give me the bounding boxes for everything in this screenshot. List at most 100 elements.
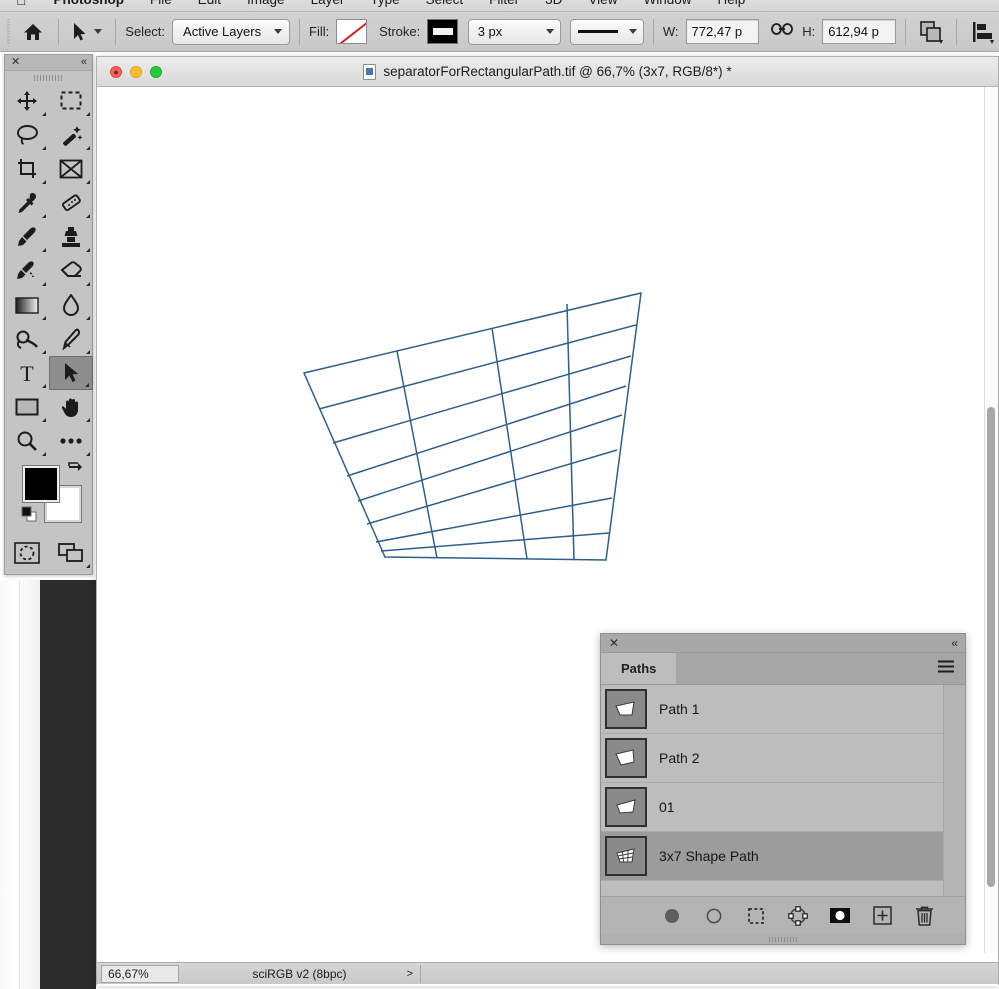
table-row[interactable]: Path 1 xyxy=(601,685,965,734)
close-icon[interactable]: ✕ xyxy=(11,57,20,68)
app-background-light xyxy=(0,580,40,989)
create-new-path-button[interactable] xyxy=(867,903,897,929)
menu-item-file[interactable]: File xyxy=(137,0,185,7)
table-row[interactable]: Path 2 xyxy=(601,734,965,783)
dashed-square-icon xyxy=(747,907,765,925)
scrollbar-thumb[interactable] xyxy=(987,407,995,887)
history-brush-tool[interactable] xyxy=(5,254,49,288)
width-label: W: xyxy=(663,24,679,39)
menu-item-help[interactable]: Help xyxy=(704,0,758,7)
close-icon[interactable]: ✕ xyxy=(609,637,619,649)
menu-item-photoshop[interactable]: Photoshop xyxy=(41,0,138,7)
stroke-swatch[interactable] xyxy=(427,19,458,44)
paths-list[interactable]: Path 1 Path 2 01 xyxy=(601,685,965,896)
healing-brush-tool[interactable] xyxy=(49,186,93,220)
rectangular-marquee-tool[interactable] xyxy=(49,84,93,118)
height-input[interactable]: 612,94 p xyxy=(822,19,896,44)
tool-preset-picker[interactable] xyxy=(68,22,106,42)
menu-item-layer[interactable]: Layer xyxy=(298,0,358,7)
add-layer-mask-button[interactable] xyxy=(825,903,855,929)
pen-tool[interactable] xyxy=(49,322,93,356)
brush-tool[interactable] xyxy=(5,220,49,254)
toolbox-bottom-buttons xyxy=(5,536,92,570)
stroke-width-dropdown[interactable]: 3 px xyxy=(468,19,561,45)
move-tool[interactable] xyxy=(5,84,49,118)
color-profile-field[interactable]: sciRGB v2 (8bpc) > xyxy=(179,965,421,983)
path-name: Path 1 xyxy=(659,701,699,717)
menu-item-image[interactable]: Image xyxy=(234,0,298,7)
blur-tool[interactable] xyxy=(49,288,93,322)
swap-colors-icon[interactable] xyxy=(67,462,83,479)
chevron-down-icon xyxy=(274,29,282,34)
divider xyxy=(653,19,654,45)
chevron-down-icon[interactable] xyxy=(94,29,102,34)
path-alignment-button[interactable] xyxy=(966,17,999,47)
lasso-tool[interactable] xyxy=(5,118,49,152)
path-selection-tool[interactable] xyxy=(49,356,93,390)
link-chain-icon[interactable] xyxy=(771,22,793,41)
menu-item-window[interactable]: Window xyxy=(630,0,704,7)
default-colors-icon[interactable] xyxy=(21,506,37,527)
paths-list-scrollbar[interactable] xyxy=(943,685,965,896)
magic-wand-tool[interactable] xyxy=(49,118,93,152)
path-thumbnail-quad xyxy=(605,738,647,778)
options-bar-grip[interactable] xyxy=(4,19,13,45)
zoom-button[interactable] xyxy=(150,66,162,78)
menu-item-view[interactable]: View xyxy=(575,0,630,7)
clone-stamp-tool[interactable] xyxy=(49,220,93,254)
frame-tool[interactable] xyxy=(49,152,93,186)
foreground-color-swatch[interactable] xyxy=(23,466,59,502)
quick-mask-icon[interactable] xyxy=(5,536,49,570)
select-dropdown[interactable]: Active Layers xyxy=(172,19,290,45)
minimize-button[interactable] xyxy=(130,66,142,78)
eraser-tool[interactable] xyxy=(49,254,93,288)
menu-item-edit[interactable]: Edit xyxy=(185,0,234,7)
menu-item-3d[interactable]: 3D xyxy=(532,0,575,7)
path-operations-button[interactable] xyxy=(915,17,948,47)
menu-item-filter[interactable]: Filter xyxy=(476,0,532,7)
chevron-right-icon[interactable]: > xyxy=(407,968,413,980)
load-path-as-selection-button[interactable] xyxy=(741,903,771,929)
dodge-tool[interactable] xyxy=(5,322,49,356)
more-tools-button[interactable] xyxy=(49,424,93,458)
divider xyxy=(299,19,300,45)
canvas-vertical-scrollbar[interactable] xyxy=(984,87,998,953)
chevron-down-icon xyxy=(629,29,637,34)
fill-path-with-foreground-button[interactable] xyxy=(657,903,687,929)
hand-tool[interactable] xyxy=(49,390,93,424)
zoom-level-field[interactable]: 66,67% xyxy=(101,965,179,983)
width-input[interactable]: 772,47 p xyxy=(686,19,760,44)
type-tool[interactable]: T xyxy=(5,356,49,390)
menu-item-type[interactable]: Type xyxy=(357,0,412,7)
eyedropper-tool[interactable] xyxy=(5,186,49,220)
toolbox-grip[interactable] xyxy=(5,71,92,84)
make-work-path-from-selection-button[interactable] xyxy=(783,903,813,929)
home-button[interactable] xyxy=(17,15,50,49)
gradient-tool[interactable] xyxy=(5,288,49,322)
close-button[interactable]: ● xyxy=(110,66,122,78)
table-row[interactable]: 3x7 Shape Path xyxy=(601,832,965,881)
trash-icon xyxy=(915,906,934,926)
mask-icon xyxy=(829,907,851,924)
table-row[interactable]: 01 xyxy=(601,783,965,832)
tab-paths[interactable]: Paths xyxy=(601,653,676,684)
delete-path-button[interactable] xyxy=(909,903,939,929)
zoom-tool[interactable] xyxy=(5,424,49,458)
screen-mode-icon[interactable] xyxy=(49,536,93,570)
document-titlebar[interactable]: ● separatorForRectangularPath.tif @ 66,7… xyxy=(97,57,998,87)
collapse-panel-icon[interactable]: « xyxy=(951,637,957,649)
stroke-path-with-brush-button[interactable] xyxy=(699,903,729,929)
panel-menu-icon[interactable] xyxy=(937,659,955,678)
rectangle-tool[interactable] xyxy=(5,390,49,424)
collapse-panel-icon[interactable]: « xyxy=(81,57,86,68)
apple-logo-icon[interactable]:  xyxy=(0,0,41,8)
filled-circle-icon xyxy=(663,907,681,925)
stroke-style-dropdown[interactable] xyxy=(570,19,644,45)
options-bar: Select: Active Layers Fill: Stroke: 3 px… xyxy=(0,12,999,52)
menu-item-select[interactable]: Select xyxy=(413,0,477,7)
paths-panel-resize-grip[interactable] xyxy=(601,934,965,944)
fill-swatch[interactable] xyxy=(336,19,367,44)
fill-label: Fill: xyxy=(309,24,329,39)
paths-panel: ✕ « Paths Path 1 Path 2 xyxy=(600,633,966,945)
crop-tool[interactable] xyxy=(5,152,49,186)
